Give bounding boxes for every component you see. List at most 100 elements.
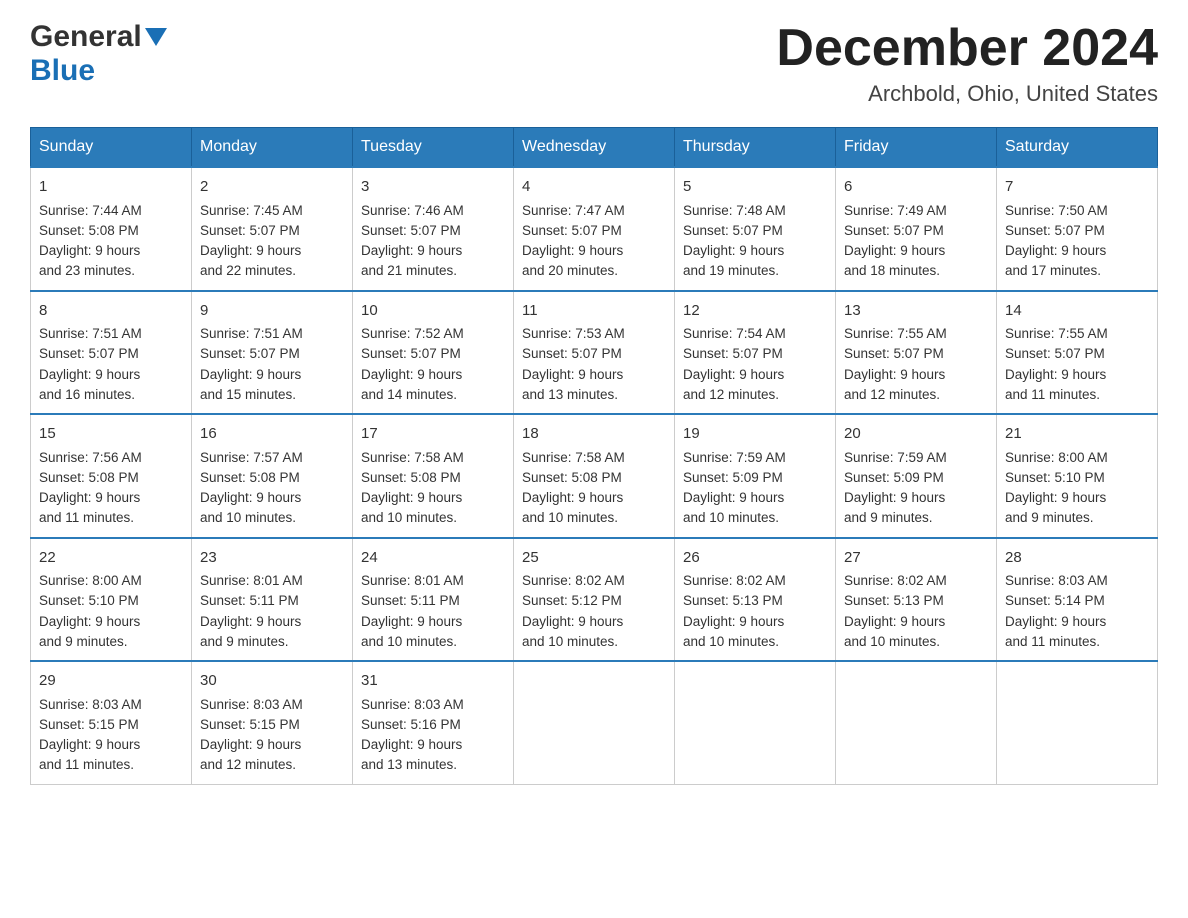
daylight-label: Daylight: 9 hours <box>844 490 945 505</box>
day-number: 3 <box>361 176 505 199</box>
day-number: 1 <box>39 176 183 199</box>
table-row <box>514 661 675 784</box>
day-number: 15 <box>39 423 183 446</box>
day-number: 9 <box>200 300 344 323</box>
table-row: 22 Sunrise: 8:00 AM Sunset: 5:10 PM Dayl… <box>31 538 192 662</box>
daylight-minutes: and 18 minutes. <box>844 263 940 278</box>
sunrise-label: Sunrise: 8:00 AM <box>39 573 142 588</box>
table-row: 2 Sunrise: 7:45 AM Sunset: 5:07 PM Dayli… <box>192 167 353 291</box>
sunrise-label: Sunrise: 8:01 AM <box>200 573 303 588</box>
sunset-label: Sunset: 5:08 PM <box>200 470 300 485</box>
week-row-2: 8 Sunrise: 7:51 AM Sunset: 5:07 PM Dayli… <box>31 291 1158 415</box>
day-number: 21 <box>1005 423 1149 446</box>
sunset-label: Sunset: 5:08 PM <box>522 470 622 485</box>
day-number: 22 <box>39 547 183 570</box>
daylight-minutes: and 9 minutes. <box>39 634 128 649</box>
sunrise-label: Sunrise: 7:55 AM <box>844 326 947 341</box>
sunset-label: Sunset: 5:07 PM <box>361 223 461 238</box>
daylight-label: Daylight: 9 hours <box>39 243 140 258</box>
table-row: 8 Sunrise: 7:51 AM Sunset: 5:07 PM Dayli… <box>31 291 192 415</box>
sunrise-label: Sunrise: 7:51 AM <box>39 326 142 341</box>
sunset-label: Sunset: 5:12 PM <box>522 593 622 608</box>
sunset-label: Sunset: 5:11 PM <box>200 593 299 608</box>
week-row-5: 29 Sunrise: 8:03 AM Sunset: 5:15 PM Dayl… <box>31 661 1158 784</box>
sunrise-label: Sunrise: 7:45 AM <box>200 203 303 218</box>
page-header: General Blue December 2024 Archbold, Ohi… <box>30 20 1158 107</box>
table-row <box>836 661 997 784</box>
daylight-label: Daylight: 9 hours <box>361 243 462 258</box>
sunset-label: Sunset: 5:07 PM <box>1005 223 1105 238</box>
sunset-label: Sunset: 5:07 PM <box>1005 346 1105 361</box>
daylight-minutes: and 12 minutes. <box>844 387 940 402</box>
logo-blue-text: Blue <box>30 54 95 87</box>
sunrise-label: Sunrise: 8:03 AM <box>1005 573 1108 588</box>
sunrise-label: Sunrise: 7:58 AM <box>361 450 464 465</box>
sunset-label: Sunset: 5:07 PM <box>522 346 622 361</box>
daylight-label: Daylight: 9 hours <box>39 737 140 752</box>
table-row: 10 Sunrise: 7:52 AM Sunset: 5:07 PM Dayl… <box>353 291 514 415</box>
daylight-label: Daylight: 9 hours <box>39 367 140 382</box>
daylight-minutes: and 9 minutes. <box>844 510 933 525</box>
table-row: 7 Sunrise: 7:50 AM Sunset: 5:07 PM Dayli… <box>997 167 1158 291</box>
daylight-minutes: and 10 minutes. <box>361 634 457 649</box>
sunrise-label: Sunrise: 8:00 AM <box>1005 450 1108 465</box>
daylight-minutes: and 11 minutes. <box>1005 634 1100 649</box>
table-row: 1 Sunrise: 7:44 AM Sunset: 5:08 PM Dayli… <box>31 167 192 291</box>
daylight-label: Daylight: 9 hours <box>200 490 301 505</box>
table-row: 5 Sunrise: 7:48 AM Sunset: 5:07 PM Dayli… <box>675 167 836 291</box>
sunset-label: Sunset: 5:07 PM <box>683 223 783 238</box>
sunrise-label: Sunrise: 7:54 AM <box>683 326 786 341</box>
daylight-label: Daylight: 9 hours <box>200 737 301 752</box>
daylight-label: Daylight: 9 hours <box>1005 243 1106 258</box>
day-number: 29 <box>39 670 183 693</box>
daylight-minutes: and 12 minutes. <box>683 387 779 402</box>
sunrise-label: Sunrise: 7:53 AM <box>522 326 625 341</box>
sunset-label: Sunset: 5:07 PM <box>39 346 139 361</box>
sunrise-label: Sunrise: 7:57 AM <box>200 450 303 465</box>
daylight-label: Daylight: 9 hours <box>844 614 945 629</box>
table-row: 11 Sunrise: 7:53 AM Sunset: 5:07 PM Dayl… <box>514 291 675 415</box>
table-row: 26 Sunrise: 8:02 AM Sunset: 5:13 PM Dayl… <box>675 538 836 662</box>
daylight-label: Daylight: 9 hours <box>361 490 462 505</box>
logo-general-text: General <box>30 20 142 54</box>
day-number: 28 <box>1005 547 1149 570</box>
daylight-minutes: and 22 minutes. <box>200 263 296 278</box>
daylight-label: Daylight: 9 hours <box>1005 490 1106 505</box>
daylight-minutes: and 11 minutes. <box>39 757 134 772</box>
sunset-label: Sunset: 5:15 PM <box>39 717 139 732</box>
day-number: 13 <box>844 300 988 323</box>
daylight-label: Daylight: 9 hours <box>522 367 623 382</box>
daylight-minutes: and 23 minutes. <box>39 263 135 278</box>
daylight-label: Daylight: 9 hours <box>39 614 140 629</box>
week-row-3: 15 Sunrise: 7:56 AM Sunset: 5:08 PM Dayl… <box>31 414 1158 538</box>
day-number: 19 <box>683 423 827 446</box>
daylight-minutes: and 10 minutes. <box>522 634 618 649</box>
col-wednesday: Wednesday <box>514 128 675 168</box>
sunrise-label: Sunrise: 8:03 AM <box>200 697 303 712</box>
logo-arrow-icon <box>145 28 167 51</box>
logo: General Blue <box>30 20 167 88</box>
calendar-header-row: Sunday Monday Tuesday Wednesday Thursday… <box>31 128 1158 168</box>
sunset-label: Sunset: 5:08 PM <box>39 223 139 238</box>
sunset-label: Sunset: 5:11 PM <box>361 593 460 608</box>
table-row: 21 Sunrise: 8:00 AM Sunset: 5:10 PM Dayl… <box>997 414 1158 538</box>
daylight-label: Daylight: 9 hours <box>200 243 301 258</box>
day-number: 18 <box>522 423 666 446</box>
sunrise-label: Sunrise: 8:02 AM <box>522 573 625 588</box>
daylight-minutes: and 10 minutes. <box>683 634 779 649</box>
sunset-label: Sunset: 5:16 PM <box>361 717 461 732</box>
day-number: 8 <box>39 300 183 323</box>
sunset-label: Sunset: 5:08 PM <box>361 470 461 485</box>
sunrise-label: Sunrise: 7:49 AM <box>844 203 947 218</box>
day-number: 7 <box>1005 176 1149 199</box>
col-tuesday: Tuesday <box>353 128 514 168</box>
sunset-label: Sunset: 5:13 PM <box>844 593 944 608</box>
daylight-label: Daylight: 9 hours <box>39 490 140 505</box>
week-row-1: 1 Sunrise: 7:44 AM Sunset: 5:08 PM Dayli… <box>31 167 1158 291</box>
sunset-label: Sunset: 5:07 PM <box>683 346 783 361</box>
sunrise-label: Sunrise: 7:55 AM <box>1005 326 1108 341</box>
table-row: 14 Sunrise: 7:55 AM Sunset: 5:07 PM Dayl… <box>997 291 1158 415</box>
col-friday: Friday <box>836 128 997 168</box>
col-sunday: Sunday <box>31 128 192 168</box>
sunrise-label: Sunrise: 8:03 AM <box>39 697 142 712</box>
